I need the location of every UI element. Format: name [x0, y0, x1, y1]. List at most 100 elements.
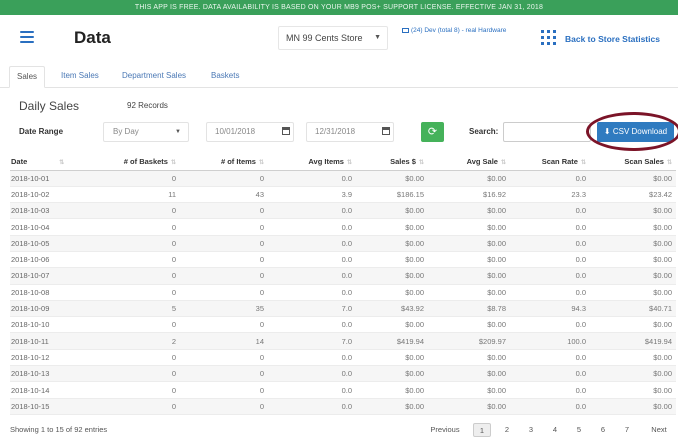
tab-baskets[interactable]: Baskets — [204, 66, 246, 88]
page-button[interactable]: 4 — [546, 423, 564, 437]
table-cell: 0.0 — [268, 349, 356, 367]
table-cell: 0 — [180, 170, 268, 187]
table-cell: $0.00 — [590, 316, 676, 334]
table-cell: 100.0 — [510, 332, 590, 350]
sort-icon: ⇅ — [418, 160, 424, 167]
table-cell: 0 — [180, 381, 268, 399]
page-button[interactable]: 2 — [498, 423, 516, 437]
column-header-label: # of Items — [220, 157, 256, 167]
table-cell: 0 — [102, 251, 180, 269]
table-cell: 0.0 — [268, 202, 356, 220]
table-cell: 0.0 — [268, 251, 356, 269]
table-cell: 0.0 — [268, 365, 356, 383]
device-info-text: (24) Dev (total 8) - real Hardware — [411, 27, 507, 34]
store-select[interactable]: MN 99 Cents Store ▼ — [278, 26, 388, 50]
calendar-icon[interactable] — [382, 127, 390, 135]
table-cell: 0.0 — [510, 381, 590, 399]
table-cell: 7.0 — [268, 300, 356, 318]
start-date-input[interactable]: 10/01/2018 — [206, 122, 294, 142]
period-select[interactable]: By Day ▼ — [103, 122, 189, 142]
page-button[interactable]: 6 — [594, 423, 612, 437]
table-cell: $186.15 — [356, 186, 428, 204]
sort-icon: ⇅ — [500, 160, 506, 167]
table-row: 2018-10-10 0 0 0.0 $0.00 $0.00 0.0 $0.00 — [10, 316, 676, 334]
search-label: Search: — [469, 127, 499, 136]
column-header[interactable]: Scan Rate ⇅ — [510, 154, 590, 171]
refresh-button[interactable]: ⟳ — [421, 122, 444, 142]
table-cell: 0 — [102, 202, 180, 220]
column-header[interactable]: Date ⇅ — [10, 154, 102, 171]
column-header[interactable]: Avg Items ⇅ — [268, 154, 356, 171]
table-row: 2018-10-03 0 0 0.0 $0.00 $0.00 0.0 $0.00 — [10, 202, 676, 220]
table-cell: 0.0 — [268, 398, 356, 415]
table-cell: $209.97 — [428, 332, 510, 350]
table-cell: $0.00 — [428, 284, 510, 301]
table-cell: 0.0 — [268, 235, 356, 252]
previous-page-button[interactable]: Previous — [423, 423, 467, 437]
top-bar: Data MN 99 Cents Store ▼ (24) Dev (total… — [0, 15, 678, 63]
table-cell: 43 — [180, 186, 268, 204]
tab-department-sales[interactable]: Department Sales — [115, 66, 193, 88]
device-info-link[interactable]: (24) Dev (total 8) - real Hardware — [402, 27, 512, 35]
record-count: 92 Records — [127, 101, 168, 110]
table-cell: 0 — [180, 251, 268, 269]
tab-sales[interactable]: Sales — [9, 66, 46, 88]
sort-icon: ⇅ — [346, 160, 352, 167]
table-cell: 0 — [102, 284, 180, 301]
page-button[interactable]: 7 — [618, 423, 636, 437]
table-cell: 2018-10-02 — [10, 186, 102, 204]
table-row: 2018-10-08 0 0 0.0 $0.00 $0.00 0.0 $0.00 — [10, 284, 676, 301]
table-cell: $0.00 — [356, 202, 428, 220]
table-cell: $0.00 — [356, 365, 428, 383]
table-cell: 0.0 — [268, 284, 356, 301]
table-cell: 0 — [180, 284, 268, 301]
table-cell: $0.00 — [356, 381, 428, 399]
calendar-icon[interactable] — [282, 127, 290, 135]
table-row: 2018-10-13 0 0 0.0 $0.00 $0.00 0.0 $0.00 — [10, 365, 676, 383]
table-cell: 3.9 — [268, 186, 356, 204]
table-cell: $0.00 — [356, 218, 428, 236]
entries-info: Showing 1 to 15 of 92 entries — [10, 425, 108, 434]
table-cell: $0.00 — [590, 349, 676, 367]
refresh-icon: ⟳ — [427, 126, 438, 138]
search-input[interactable] — [503, 122, 591, 142]
period-select-value: By Day — [113, 127, 139, 136]
page-button[interactable]: 3 — [522, 423, 540, 437]
hamburger-menu-icon[interactable] — [20, 31, 34, 43]
table-cell: 0 — [180, 218, 268, 236]
column-header[interactable]: Sales $ ⇅ — [356, 154, 428, 171]
table-cell: $0.00 — [590, 398, 676, 415]
table-cell: 2018-10-14 — [10, 381, 102, 399]
table-cell: 0 — [180, 316, 268, 334]
table-cell: $419.94 — [356, 332, 428, 350]
app-grid-icon[interactable] — [541, 30, 556, 45]
column-header-label: Scan Sales — [624, 157, 664, 167]
table-cell: 11 — [102, 186, 180, 204]
column-header[interactable]: # of Baskets ⇅ — [102, 154, 180, 171]
tab-item-sales[interactable]: Item Sales — [54, 66, 106, 88]
table-cell: 0 — [102, 381, 180, 399]
table-row: 2018-10-12 0 0 0.0 $0.00 $0.00 0.0 $0.00 — [10, 349, 676, 367]
table-cell: $0.00 — [590, 202, 676, 220]
table-cell: 2018-10-01 — [10, 170, 102, 187]
table-cell: $0.00 — [356, 284, 428, 301]
table-cell: $0.00 — [590, 235, 676, 252]
end-date-input[interactable]: 12/31/2018 — [306, 122, 394, 142]
table-cell: $0.00 — [428, 316, 510, 334]
table-cell: 0 — [180, 267, 268, 285]
table-cell: 23.3 — [510, 186, 590, 204]
table-cell: 94.3 — [510, 300, 590, 318]
column-header[interactable]: Scan Sales ⇅ — [590, 154, 676, 171]
column-header[interactable]: # of Items ⇅ — [180, 154, 268, 171]
table-cell: 0.0 — [268, 381, 356, 399]
table-cell: 0 — [102, 365, 180, 383]
page-button[interactable]: 1 — [473, 423, 491, 437]
column-header[interactable]: Avg Sale ⇅ — [428, 154, 510, 171]
table-cell: 0.0 — [510, 218, 590, 236]
back-to-store-statistics-link[interactable]: Back to Store Statistics — [565, 34, 660, 44]
table-cell: 0 — [102, 349, 180, 367]
next-page-button[interactable]: Next — [645, 423, 673, 437]
page-button[interactable]: 5 — [570, 423, 588, 437]
date-range-label: Date Range — [19, 127, 64, 136]
daily-sales-table: Date ⇅ # of Baskets ⇅ # of Items ⇅ Avg Items ⇅ S… — [10, 154, 676, 415]
